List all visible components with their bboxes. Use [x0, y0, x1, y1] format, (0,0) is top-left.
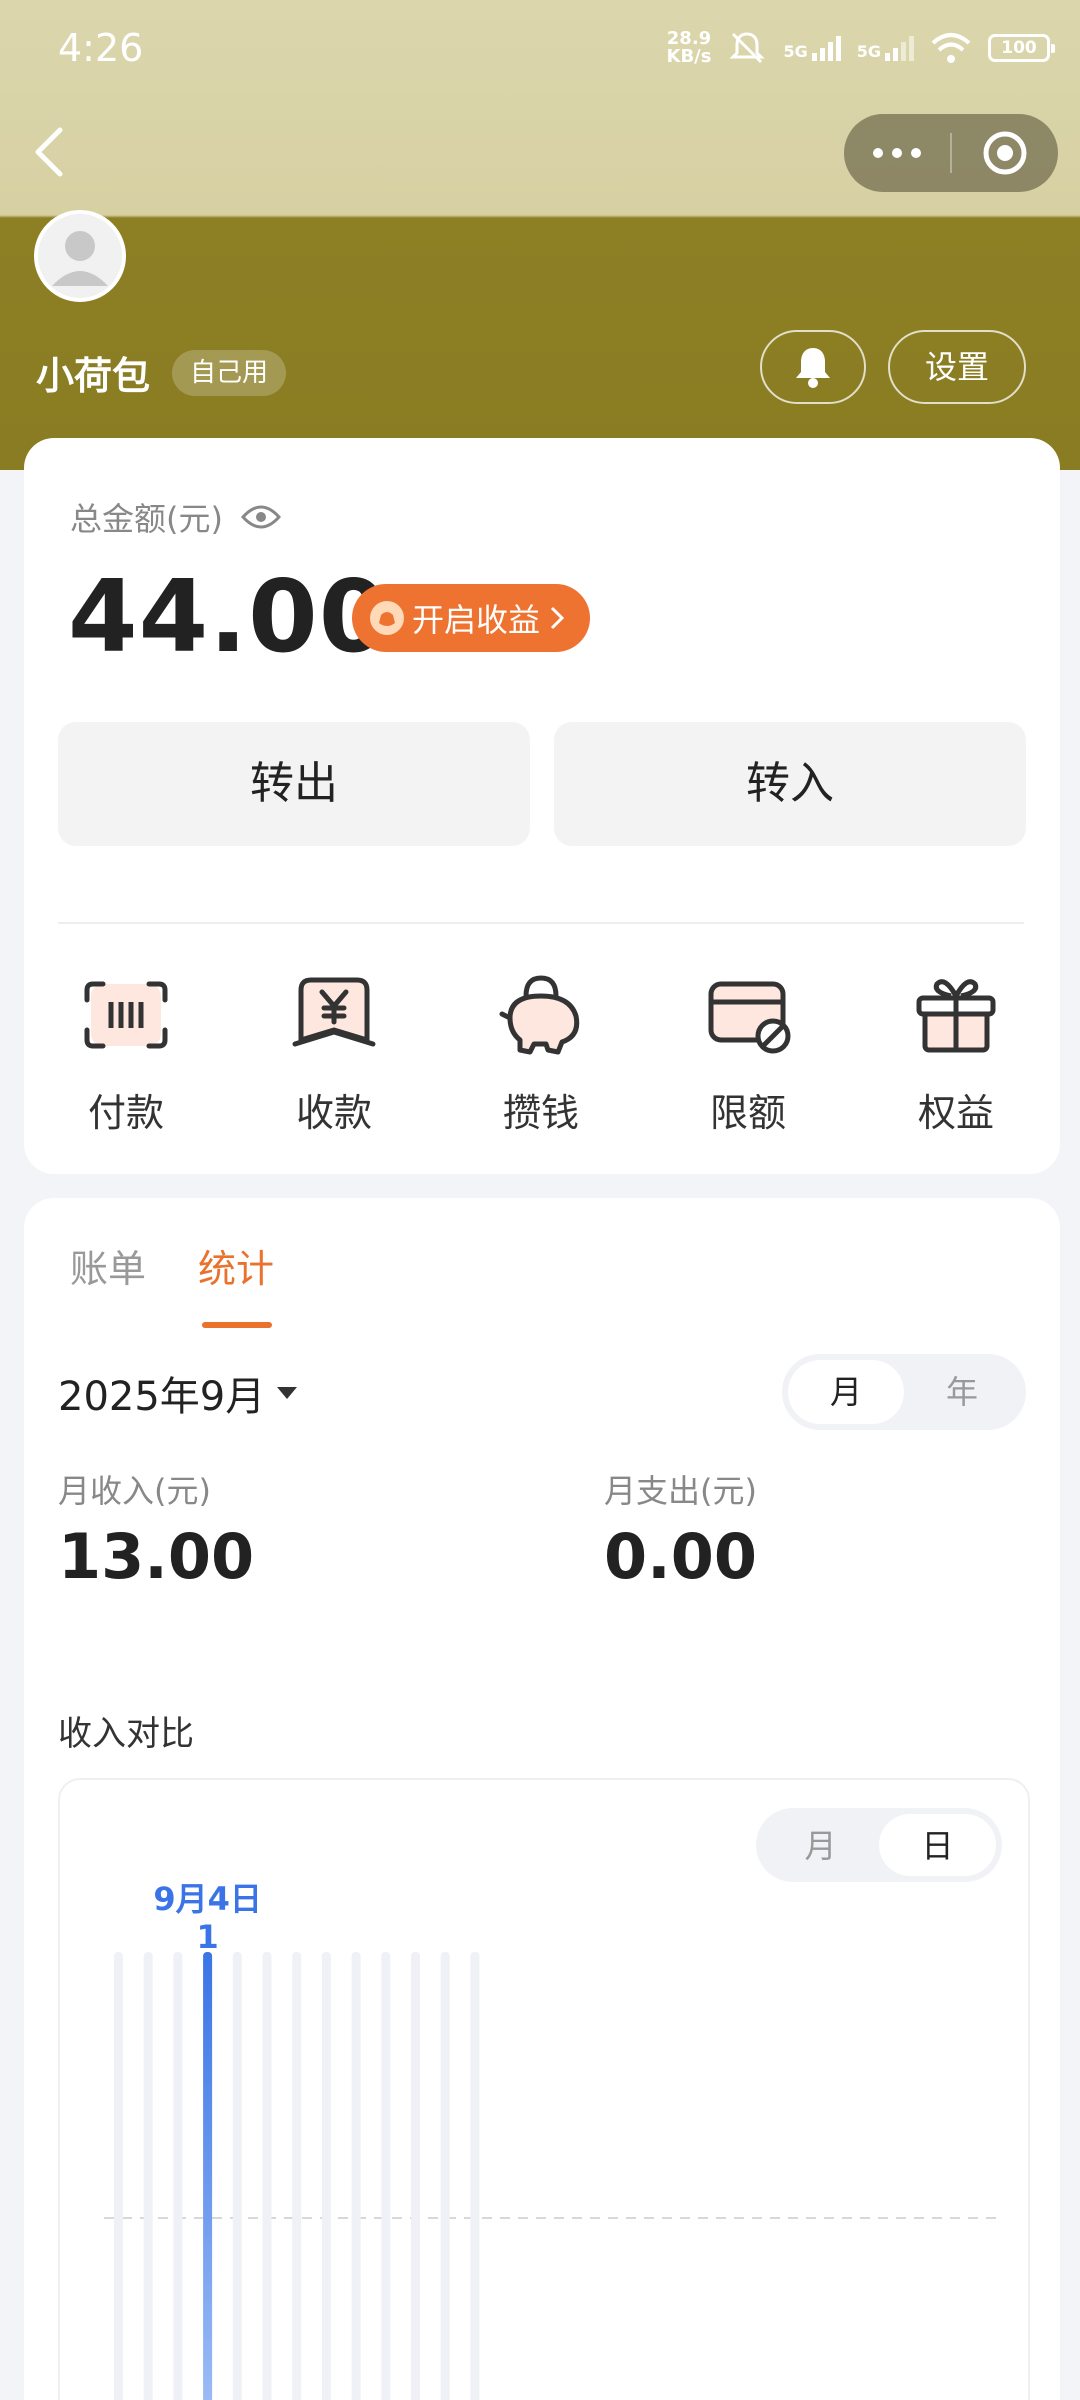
balance-card: 总金额(元) 44.00 开启收益 转出 转入 付款 收款 攒钱 限额 权益 [24, 438, 1060, 1174]
battery-icon: 100 [988, 34, 1055, 62]
signal-sim2-icon: 5G [857, 35, 914, 61]
income-value: 13.00 [58, 1520, 255, 1593]
barcode-icon [84, 981, 168, 1049]
close-target-icon[interactable] [952, 129, 1058, 177]
income-label: 月收入(元) [58, 1472, 211, 1510]
divider [58, 922, 1024, 924]
status-time: 4:26 [58, 26, 144, 70]
coin-bag-icon [370, 601, 404, 635]
expense-value: 0.00 [604, 1520, 757, 1593]
gift-icon [916, 979, 996, 1053]
transfer-in-button[interactable]: 转入 [554, 722, 1026, 846]
bar-chart: 9月4日1 [104, 1880, 1000, 2400]
chart-highlight-date-label: 9月4日 [153, 1880, 262, 1918]
quick-action-rights[interactable]: 权益 [876, 970, 1036, 1137]
chart-bar-track [143, 1952, 153, 2400]
back-button[interactable] [28, 122, 78, 182]
chart-bar-track [262, 1952, 272, 2400]
mute-icon [729, 32, 766, 64]
expense-label: 月支出(元) [604, 1472, 757, 1510]
notification-button[interactable] [760, 330, 866, 404]
chart-bar-track [232, 1952, 242, 2400]
total-amount: 44.00 [68, 558, 390, 675]
caret-down-icon [277, 1387, 298, 1399]
chart-bar-track [381, 1952, 391, 2400]
chart-bar-track [470, 1952, 480, 2400]
tab-statistics[interactable]: 统计 [198, 1238, 274, 1293]
chart-bar-track [292, 1952, 302, 2400]
quick-action-pay[interactable]: 付款 [46, 970, 206, 1137]
quick-action-receive[interactable]: 收款 [254, 970, 414, 1137]
period-toggle: 月 年 [782, 1354, 1026, 1430]
wifi-icon [931, 33, 971, 63]
chart-bar-track [173, 1952, 183, 2400]
chart-highlight-value-label: 1 [196, 1918, 218, 1956]
more-options-icon[interactable] [844, 148, 950, 158]
chevron-right-icon [550, 606, 565, 630]
tab-bills[interactable]: 账单 [70, 1238, 146, 1293]
income-comparison-title: 收入对比 [58, 1714, 194, 1754]
chart-bar-track [351, 1952, 361, 2400]
chevron-left-icon [35, 127, 63, 177]
signal-sim1-icon: 5G [783, 35, 841, 61]
avatar[interactable] [34, 210, 126, 302]
total-amount-label: 总金额(元) [70, 494, 281, 540]
quick-action-limit[interactable]: 限额 [668, 970, 828, 1137]
card-limit-icon [708, 981, 791, 1054]
period-month-option[interactable]: 月 [788, 1360, 904, 1424]
chart-bar-track [411, 1952, 420, 2400]
settings-button[interactable]: 设置 [888, 330, 1026, 404]
user-icon [52, 231, 108, 286]
transfer-out-button[interactable]: 转出 [58, 722, 530, 846]
chart-bar-track [321, 1952, 331, 2400]
income-chart: 月 日 9月4日 1 [58, 1778, 1030, 2400]
stats-card: 账单 统计 2025年9月 月 年 月收入(元) 13.00 月支出(元) 0.… [24, 1198, 1060, 2400]
period-year-option[interactable]: 年 [904, 1360, 1020, 1424]
month-selector[interactable]: 2025年9月 [58, 1364, 298, 1422]
status-bar: 4:26 28.9 KB/s 5G 5G 100 [0, 0, 1080, 100]
chart-bar[interactable] [203, 1952, 213, 2400]
network-speed: 28.9 KB/s [666, 28, 712, 67]
piggy-bank-icon [499, 975, 580, 1055]
tab-active-indicator [202, 1322, 272, 1328]
status-icons: 28.9 KB/s 5G 5G 100 [666, 28, 1055, 67]
enable-earnings-button[interactable]: 开启收益 [352, 584, 591, 652]
eye-icon[interactable] [240, 503, 281, 531]
mini-program-capsule [844, 114, 1058, 192]
quick-action-save[interactable]: 攒钱 [461, 970, 621, 1137]
bell-icon [796, 348, 830, 388]
chart-bar-track [440, 1952, 450, 2400]
yuan-receive-icon [292, 977, 376, 1047]
chart-bar-track [114, 1952, 123, 2400]
wallet-tag: 自己用 [172, 350, 287, 396]
wallet-name: 小荷包 [36, 354, 151, 398]
